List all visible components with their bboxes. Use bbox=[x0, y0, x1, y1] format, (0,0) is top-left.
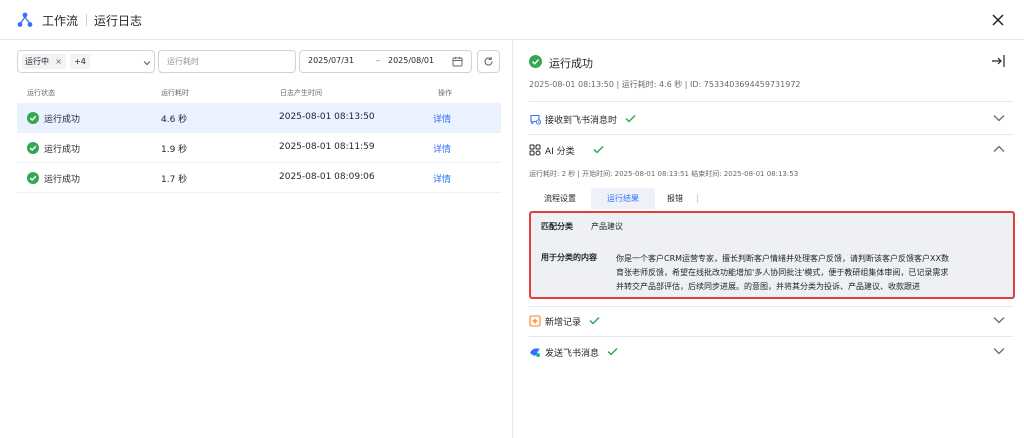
row-time: 2025-08-01 08:09:06 bbox=[279, 172, 375, 182]
classified-content: 你是一个客户CRM运营专家，擅长判断客户情绪并处理客户反馈，请判断该客户反馈客户… bbox=[616, 252, 1008, 294]
date-separator: – bbox=[376, 56, 380, 65]
step-send-message[interactable]: 发送飞书消息 bbox=[529, 343, 1013, 363]
title-divider bbox=[86, 14, 87, 26]
row-duration: 4.6 秒 bbox=[161, 115, 188, 125]
feishu-message-icon bbox=[530, 348, 540, 357]
row-duration: 1.9 秒 bbox=[161, 145, 188, 155]
tab-run-result[interactable]: 运行结果 bbox=[591, 188, 655, 209]
tab-flow-settings[interactable]: 流程设置 bbox=[529, 188, 591, 209]
chevron-down-icon bbox=[143, 61, 151, 66]
step-label: 新增记录 bbox=[545, 318, 582, 328]
row-status: 运行成功 bbox=[44, 145, 81, 155]
content-label: 用于分类的内容 bbox=[541, 253, 597, 262]
content-line: 育张老师反馈，希望在线批改功能增加'多人协同批注'模式，便于教研组集体审阅，已记… bbox=[616, 268, 949, 277]
row-status: 运行成功 bbox=[44, 175, 81, 185]
step-receive-message[interactable]: 接收到飞书消息时 bbox=[529, 110, 1013, 130]
ai-classify-icon bbox=[529, 144, 541, 156]
step-label: AI 分类 bbox=[545, 147, 575, 157]
dialog-header: 工作流 运行日志 bbox=[0, 0, 1024, 40]
row-duration: 1.7 秒 bbox=[161, 175, 188, 185]
duration-placeholder: 运行耗时 bbox=[167, 57, 199, 66]
check-icon bbox=[593, 145, 604, 154]
status-tag-label: 运行中 bbox=[25, 57, 49, 66]
chevron-down-icon[interactable] bbox=[993, 347, 1005, 355]
chevron-up-icon[interactable] bbox=[993, 145, 1005, 153]
success-check-icon bbox=[27, 172, 39, 184]
column-header-status: 运行状态 bbox=[27, 89, 55, 97]
step-label: 发送飞书消息 bbox=[545, 349, 600, 359]
content-line: 并转交产品部评估，后续同步进展。的意图，并将其分类为投诉、产品建议、收款跟进 bbox=[616, 282, 920, 291]
run-status-title: 运行成功 bbox=[549, 57, 593, 70]
status-tag: 运行中 × bbox=[22, 54, 66, 69]
row-status: 运行成功 bbox=[44, 115, 81, 125]
step-ai-classify[interactable]: AI 分类 bbox=[529, 141, 1013, 161]
date-end[interactable]: 2025/08/01 bbox=[388, 56, 434, 65]
divider bbox=[529, 336, 1013, 337]
column-header-time: 日志产生时间 bbox=[280, 89, 322, 97]
calendar-icon bbox=[452, 57, 463, 67]
success-check-icon bbox=[27, 112, 39, 124]
date-range-picker[interactable]: 2025/07/31 – 2025/08/01 bbox=[299, 50, 472, 73]
column-header-duration: 运行耗时 bbox=[161, 89, 189, 97]
date-start[interactable]: 2025/07/31 bbox=[308, 56, 354, 65]
column-header-action: 操作 bbox=[438, 89, 452, 97]
row-time: 2025-08-01 08:13:50 bbox=[279, 112, 375, 122]
divider bbox=[529, 101, 1013, 102]
success-check-icon bbox=[27, 142, 39, 154]
message-trigger-icon bbox=[530, 114, 541, 125]
table-row[interactable]: 运行成功 4.6 秒 2025-08-01 08:13:50 详情 bbox=[17, 103, 501, 133]
page-title: 运行日志 bbox=[94, 14, 143, 28]
refresh-icon bbox=[484, 57, 493, 66]
step-add-record[interactable]: 新增记录 bbox=[529, 312, 1013, 332]
check-icon bbox=[589, 316, 600, 325]
tab-divider bbox=[697, 194, 698, 203]
result-tabs: 流程设置 运行结果 报错 bbox=[529, 188, 699, 209]
check-icon bbox=[625, 114, 636, 123]
duration-filter-select[interactable]: 运行耗时 bbox=[158, 50, 296, 73]
row-detail-link[interactable]: 详情 bbox=[433, 142, 451, 155]
success-check-icon bbox=[529, 55, 542, 68]
status-filter-select[interactable]: 运行中 × +4 bbox=[17, 50, 155, 73]
workflow-logo-icon bbox=[17, 12, 33, 27]
refresh-button[interactable] bbox=[477, 50, 500, 73]
chevron-down-icon[interactable] bbox=[993, 316, 1005, 324]
close-icon[interactable] bbox=[990, 12, 1006, 28]
row-detail-link[interactable]: 详情 bbox=[433, 112, 451, 125]
tag-close-icon[interactable]: × bbox=[55, 54, 62, 69]
log-list-panel: 运行中 × +4 运行耗时 2025/07/31 – 2025/08/01 运行… bbox=[0, 40, 513, 438]
ai-step-meta: 运行耗时: 2 秒 | 开始时间: 2025-08-01 08:13:51 结束… bbox=[529, 170, 799, 178]
row-time: 2025-08-01 08:11:59 bbox=[279, 142, 375, 152]
check-icon bbox=[607, 347, 618, 356]
table-row[interactable]: 运行成功 1.9 秒 2025-08-01 08:11:59 详情 bbox=[17, 133, 501, 163]
category-value: 产品建议 bbox=[591, 222, 623, 231]
table-row[interactable]: 运行成功 1.7 秒 2025-08-01 08:09:06 详情 bbox=[17, 163, 501, 193]
step-label: 接收到飞书消息时 bbox=[545, 116, 618, 126]
row-detail-link[interactable]: 详情 bbox=[433, 172, 451, 185]
run-result-panel: 匹配分类 产品建议 用于分类的内容 你是一个客户CRM运营专家，擅长判断客户情绪… bbox=[529, 211, 1015, 299]
app-title: 工作流 bbox=[42, 14, 79, 28]
run-meta: 2025-08-01 08:13:50 | 运行耗时: 4.6 秒 | ID: … bbox=[529, 80, 801, 89]
divider bbox=[529, 134, 1013, 135]
tab-error[interactable]: 报错 bbox=[655, 188, 695, 209]
chevron-down-icon[interactable] bbox=[993, 114, 1005, 122]
category-label: 匹配分类 bbox=[541, 222, 573, 231]
collapse-panel-icon[interactable] bbox=[991, 54, 1006, 68]
content-line: 你是一个客户CRM运营专家，擅长判断客户情绪并处理客户反馈，请判断该客户反馈客户… bbox=[616, 254, 950, 263]
status-more-tag: +4 bbox=[70, 54, 90, 69]
divider bbox=[529, 306, 1013, 307]
add-record-icon bbox=[529, 315, 541, 327]
